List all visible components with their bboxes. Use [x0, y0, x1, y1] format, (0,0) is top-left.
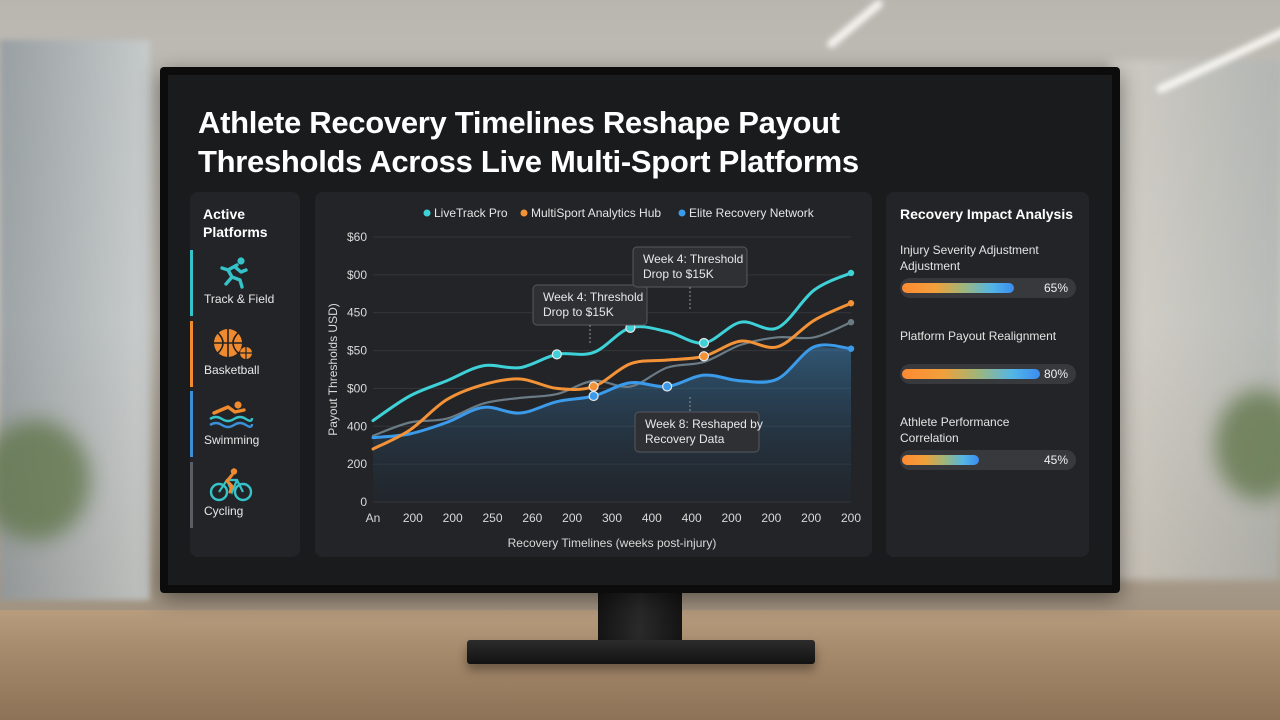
monitor-stand-neck [598, 590, 682, 646]
metric-label: Injury Severity Adjustment Adjustment [900, 243, 1039, 273]
x-tick-label: 200 [841, 511, 861, 525]
x-tick-label: 300 [602, 511, 622, 525]
ceiling-light [825, 0, 885, 50]
metric-percent: 80% [1043, 367, 1068, 381]
platform-label: Track & Field [204, 292, 275, 306]
legend-label: LiveTrack Pro [434, 206, 508, 220]
y-tick-label: 200 [347, 457, 367, 471]
runner-icon [220, 257, 248, 289]
y-axis-label: Payout Thresholds USD) [326, 303, 340, 436]
y-tick-label: 0 [360, 495, 367, 509]
metric-performance-correlation: Athlete Performance Correlation 45% [900, 414, 1080, 470]
highlighted-point [588, 390, 599, 402]
annotation-text: Drop to $15K [543, 305, 614, 319]
y-tick-label: $00 [347, 381, 367, 395]
recovery-impact-panel: Recovery Impact Analysis Injury Severity… [886, 192, 1089, 557]
platform-item-swimming[interactable]: Swimming [190, 391, 300, 457]
legend-marker [423, 209, 431, 217]
monitor-stand-base [467, 640, 815, 664]
series-endpoint [847, 269, 855, 277]
highlighted-point [698, 337, 710, 349]
platform-accent-bar [190, 250, 193, 316]
platform-accent-bar [190, 321, 193, 387]
platform-item-track-field[interactable]: Track & Field [190, 250, 300, 316]
x-tick-label: 200 [761, 511, 781, 525]
x-tick-label: 250 [482, 511, 502, 525]
annotation-text: Drop to $15K [643, 267, 714, 281]
metric-progress-track: 65% [900, 278, 1076, 298]
metric-payout-realignment: Platform Payout Realignment 80% [900, 328, 1080, 384]
x-tick-label: 200 [721, 511, 741, 525]
monitor: Athlete Recovery Timelines Reshape Payou… [160, 67, 1120, 593]
series-endpoint [847, 300, 855, 307]
background-wall [1110, 60, 1280, 580]
metric-injury-severity: Injury Severity Adjustment Adjustment 65… [900, 242, 1080, 298]
x-tick-label: 200 [403, 511, 423, 525]
swimmer-icon [209, 401, 254, 429]
highlighted-point [698, 351, 710, 362]
x-tick-label: 200 [562, 511, 582, 525]
active-platforms-title: Active Platforms [203, 206, 268, 240]
active-platforms-panel: Active Platforms Track & Field Basketbal… [190, 192, 300, 557]
legend-marker [678, 209, 686, 217]
basketball-icon [214, 329, 252, 359]
metric-progress-track: 45% [900, 450, 1076, 470]
recovery-impact-title: Recovery Impact Analysis [900, 206, 1074, 222]
metric-label: Athlete Performance Correlation [900, 415, 1010, 445]
highlighted-point [588, 381, 599, 392]
metric-label: Platform Payout Realignment [900, 329, 1057, 343]
annotation-text: Week 4: Threshold [543, 290, 643, 304]
platform-accent-bar [190, 462, 193, 528]
y-tick-label: $00 [347, 268, 367, 282]
platform-item-cycling[interactable]: Cycling [190, 462, 300, 528]
legend-label: Elite Recovery Network [689, 206, 815, 220]
platform-item-basketball[interactable]: Basketball [190, 321, 300, 387]
metric-percent: 65% [1043, 281, 1068, 295]
series-endpoint [847, 318, 855, 326]
dashboard-screen: Athlete Recovery Timelines Reshape Payou… [168, 75, 1112, 585]
metric-progress-fill [902, 455, 979, 465]
y-tick-label: $50 [347, 344, 367, 358]
x-tick-label: 400 [642, 511, 662, 525]
annotation-text: Week 4: Threshold [643, 252, 743, 266]
metric-percent: 45% [1043, 453, 1068, 467]
platform-label: Basketball [204, 363, 260, 377]
x-tick-label: An [366, 511, 381, 525]
annotation-text: Recovery Data [645, 432, 725, 446]
metric-progress-fill [902, 283, 1014, 293]
y-tick-label: 400 [347, 419, 367, 433]
x-axis-label: Recovery Timelines (weeks post-injury) [508, 536, 717, 550]
platform-accent-bar [190, 391, 193, 457]
highlighted-point [662, 381, 673, 392]
series-endpoint [847, 345, 855, 352]
y-tick-label: 450 [347, 306, 367, 320]
page-title: Athlete Recovery Timelines Reshape Payou… [198, 105, 859, 179]
annotation-text: Week 8: Reshaped by [645, 417, 763, 431]
y-tick-label: $60 [347, 230, 367, 244]
platform-label: Swimming [204, 433, 260, 447]
metric-progress-track: 80% [900, 364, 1076, 384]
x-tick-label: 260 [522, 511, 542, 525]
legend-marker [520, 209, 528, 217]
x-tick-label: 400 [682, 511, 702, 525]
x-tick-label: 200 [443, 511, 463, 525]
platform-label: Cycling [204, 504, 244, 518]
metric-progress-fill [902, 369, 1040, 379]
x-tick-label: 200 [801, 511, 821, 525]
cyclist-icon [209, 468, 253, 502]
legend-label: MultiSport Analytics Hub [531, 206, 661, 220]
payout-threshold-chart: 0 200 400 $00 $50 450 $00 $60 An 200 200 250 260 200 3… [326, 206, 861, 550]
payout-chart-panel: 0 200 400 $00 $50 450 $00 $60 An 200 200 250 260 200 3… [315, 192, 872, 557]
highlighted-point [551, 349, 562, 360]
